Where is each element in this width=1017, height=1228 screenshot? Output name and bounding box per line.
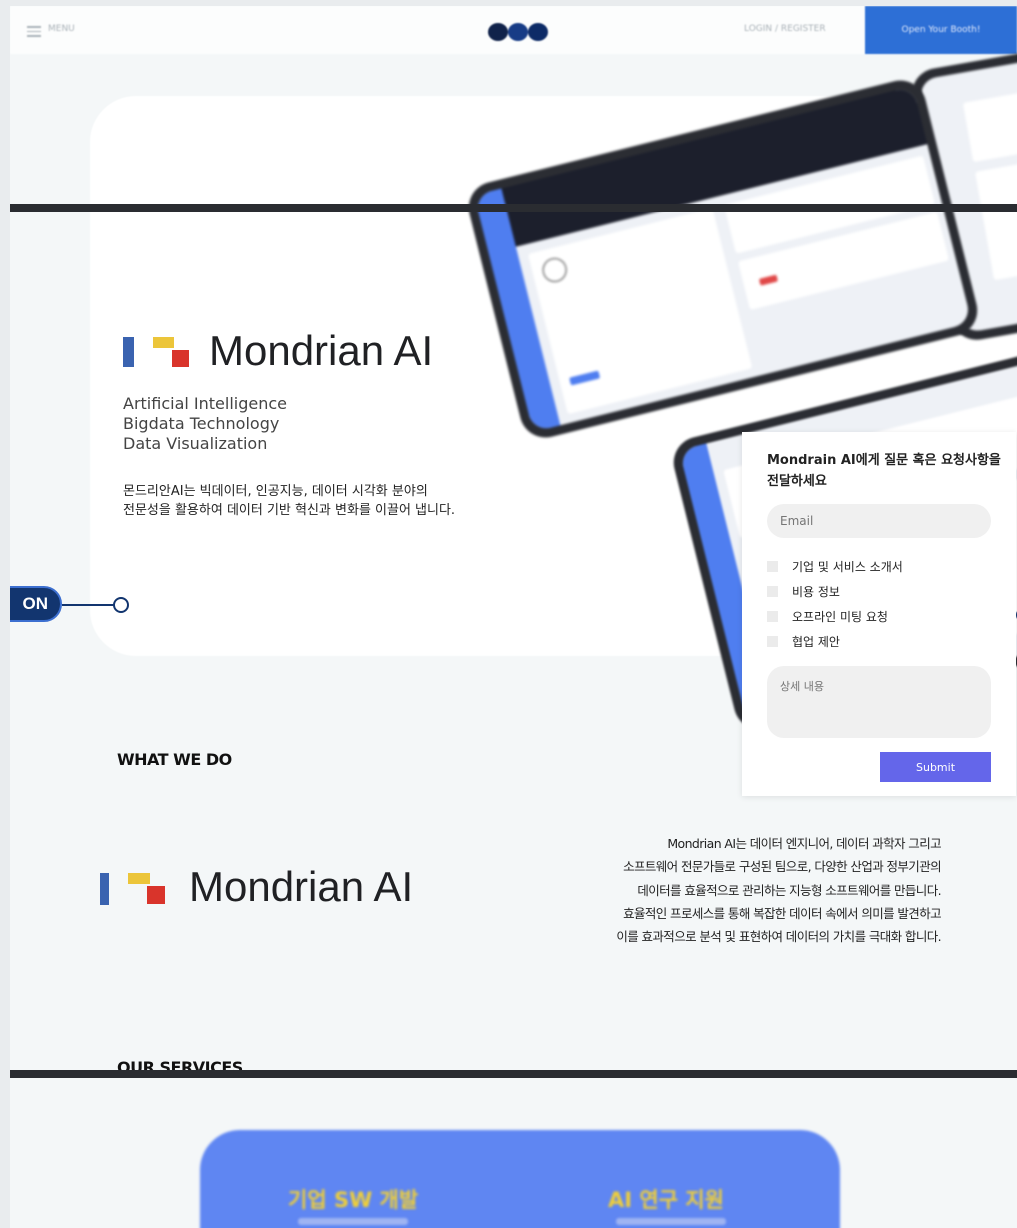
submit-button[interactable]: Submit [880, 752, 991, 782]
overlay-band-top [10, 204, 1017, 212]
top-navigation: MENU LOGIN / REGISTER Open Your Booth! [10, 6, 1017, 54]
menu-label[interactable]: MENU [48, 24, 75, 34]
service-subtitle-placeholder [298, 1218, 408, 1225]
checkbox-icon[interactable] [767, 611, 778, 622]
about-line-2: 소프트웨어 전문가들로 구성된 팀으로, 다양한 산업과 정부기관의 [623, 859, 942, 875]
service-subtitle-placeholder [616, 1218, 726, 1225]
login-register-link[interactable]: LOGIN / REGISTER [744, 24, 826, 34]
checkbox-icon[interactable] [767, 636, 778, 647]
mondrian-logo-icon [123, 337, 134, 367]
option-company-intro[interactable]: 기업 및 서비스 소개서 [767, 558, 903, 575]
logo-dots-icon[interactable] [486, 22, 554, 42]
mondrian-logo-red [147, 886, 165, 904]
what-we-do-title: WHAT WE DO [117, 750, 232, 769]
about-description: Mondrian AI는 데이터 엔지니어, 데이터 과학자 그리고 소프트웨어… [570, 832, 941, 948]
intro-line-1: 몬드리안AI는 빅데이터, 인공지능, 데이터 시각화 분야의 [123, 484, 428, 499]
hero-intro: 몬드리안AI는 빅데이터, 인공지능, 데이터 시각화 분야의 전문성을 활용하… [123, 482, 455, 520]
service-title-enterprise-sw[interactable]: 기업 SW 개발 [288, 1184, 418, 1214]
tagline-3: Data Visualization [123, 434, 268, 453]
hamburger-menu-icon[interactable] [27, 26, 41, 37]
tagline-2: Bigdata Technology [123, 414, 280, 433]
annotation-badge: ON [10, 586, 62, 622]
about-line-4: 효율적인 프로세스를 통해 복잡한 데이터 속에서 의미를 발견하고 [623, 905, 942, 921]
option-offline-meeting[interactable]: 오프라인 미팅 요청 [767, 608, 888, 625]
detail-textarea[interactable] [767, 666, 991, 738]
overlay-band-bottom-cover [10, 1070, 1017, 1078]
contact-form: Mondrain AI에게 질문 혹은 요청사항을 전달하세요 기업 및 서비스… [742, 432, 1016, 796]
brand-name: Mondrian AI [189, 863, 414, 910]
tagline-1: Artificial Intelligence [123, 394, 287, 413]
intro-line-2: 전문성을 활용하여 데이터 기반 혁신과 변화를 이끌어 냅니다. [123, 503, 456, 518]
hero-taglines: Artificial Intelligence Bigdata Technolo… [123, 394, 287, 454]
mondrian-logo-yellow [153, 337, 174, 348]
mondrian-logo-yellow [128, 873, 150, 884]
checkbox-icon[interactable] [767, 586, 778, 597]
page-viewport: MENU LOGIN / REGISTER Open Your Booth! M… [10, 6, 1017, 1228]
brand-name: Mondrian AI [209, 327, 434, 374]
open-booth-button[interactable]: Open Your Booth! [865, 6, 1017, 54]
connector-ring-icon [113, 597, 129, 613]
mondrian-logo-icon [100, 873, 109, 905]
mondrian-logo-red [172, 350, 189, 367]
service-title-ai-research[interactable]: AI 연구 지원 [608, 1184, 724, 1214]
about-line-5: 이를 효과적으로 분석 및 표현하여 데이터의 가치를 극대화 합니다. [616, 929, 941, 945]
option-partnership[interactable]: 협업 제안 [767, 633, 840, 650]
contact-form-title: Mondrain AI에게 질문 혹은 요청사항을 전달하세요 [767, 453, 1001, 489]
email-input[interactable] [767, 504, 991, 538]
hero-brand-logo: Mondrian AI [123, 327, 483, 377]
option-pricing-info[interactable]: 비용 정보 [767, 583, 840, 600]
about-line-3: 데이터를 효율적으로 관리하는 지능형 소프트웨어를 만듭니다. [637, 882, 941, 898]
checkbox-icon[interactable] [767, 561, 778, 572]
what-we-do-brand-logo: Mondrian AI [100, 863, 460, 912]
about-line-1: Mondrian AI는 데이터 엔지니어, 데이터 과학자 그리고 [667, 836, 941, 851]
